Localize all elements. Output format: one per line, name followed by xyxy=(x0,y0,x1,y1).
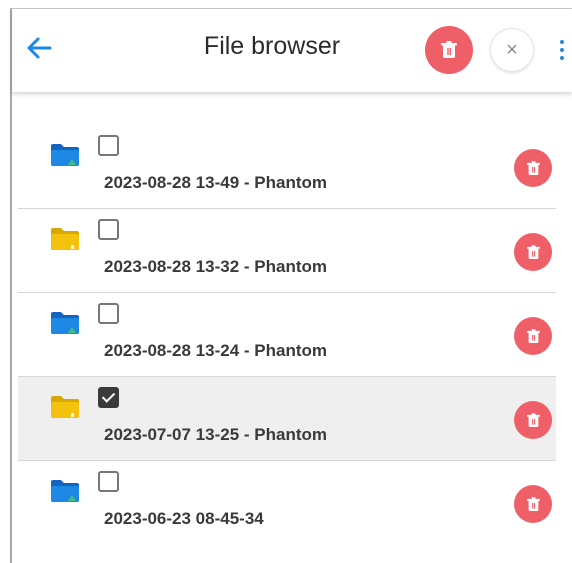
close-button[interactable]: × xyxy=(490,28,534,72)
trash-icon xyxy=(526,496,540,511)
folder-icon xyxy=(50,227,80,251)
item-checkbox[interactable] xyxy=(98,135,119,156)
more-vertical-icon xyxy=(560,40,564,60)
list-item[interactable]: 2023-07-07 13-25 - Phantom xyxy=(18,377,556,461)
folder-icon xyxy=(50,311,80,335)
list-item[interactable]: 2023-08-28 13-49 - Phantom xyxy=(18,125,556,209)
folder-icon xyxy=(50,395,80,419)
item-checkbox[interactable] xyxy=(98,303,119,324)
item-checkbox[interactable] xyxy=(98,471,119,492)
list-item[interactable]: 2023-08-28 13-32 - Phantom xyxy=(18,209,556,293)
trash-icon xyxy=(526,328,540,343)
item-name: 2023-08-28 13-49 - Phantom xyxy=(104,173,327,192)
delete-item-button[interactable] xyxy=(514,485,552,523)
item-name: 2023-07-07 13-25 - Phantom xyxy=(104,425,327,444)
delete-item-button[interactable] xyxy=(514,401,552,439)
folder-icon xyxy=(50,479,80,503)
arrow-left-icon xyxy=(27,37,52,59)
delete-selected-button[interactable] xyxy=(425,26,473,74)
trash-icon xyxy=(526,412,540,427)
item-name: 2023-08-28 13-32 - Phantom xyxy=(104,257,327,276)
delete-item-button[interactable] xyxy=(514,233,552,271)
delete-item-button[interactable] xyxy=(514,317,552,355)
item-checkbox[interactable] xyxy=(98,219,119,240)
more-options-button[interactable] xyxy=(554,31,570,69)
folder-icon xyxy=(50,143,80,167)
page-title: File browser xyxy=(203,32,341,60)
file-browser-window: File browser × 2023-08-28 13-49 - Phanto… xyxy=(10,8,572,563)
delete-item-button[interactable] xyxy=(514,149,552,187)
item-name: 2023-06-23 08-45-34 xyxy=(104,509,264,528)
trash-icon xyxy=(526,244,540,259)
trash-icon xyxy=(441,41,457,58)
item-checkbox[interactable] xyxy=(98,387,119,408)
list-item[interactable]: 2023-06-23 08-45-34 xyxy=(18,461,556,545)
file-list: 2023-08-28 13-49 - Phantom 2023-08-28 13… xyxy=(18,125,556,545)
trash-icon xyxy=(526,160,540,175)
list-item[interactable]: 2023-08-28 13-24 - Phantom xyxy=(18,293,556,377)
close-icon: × xyxy=(506,39,518,61)
item-name: 2023-08-28 13-24 - Phantom xyxy=(104,341,327,360)
app-bar: File browser × xyxy=(12,9,572,92)
back-button[interactable] xyxy=(22,31,56,65)
